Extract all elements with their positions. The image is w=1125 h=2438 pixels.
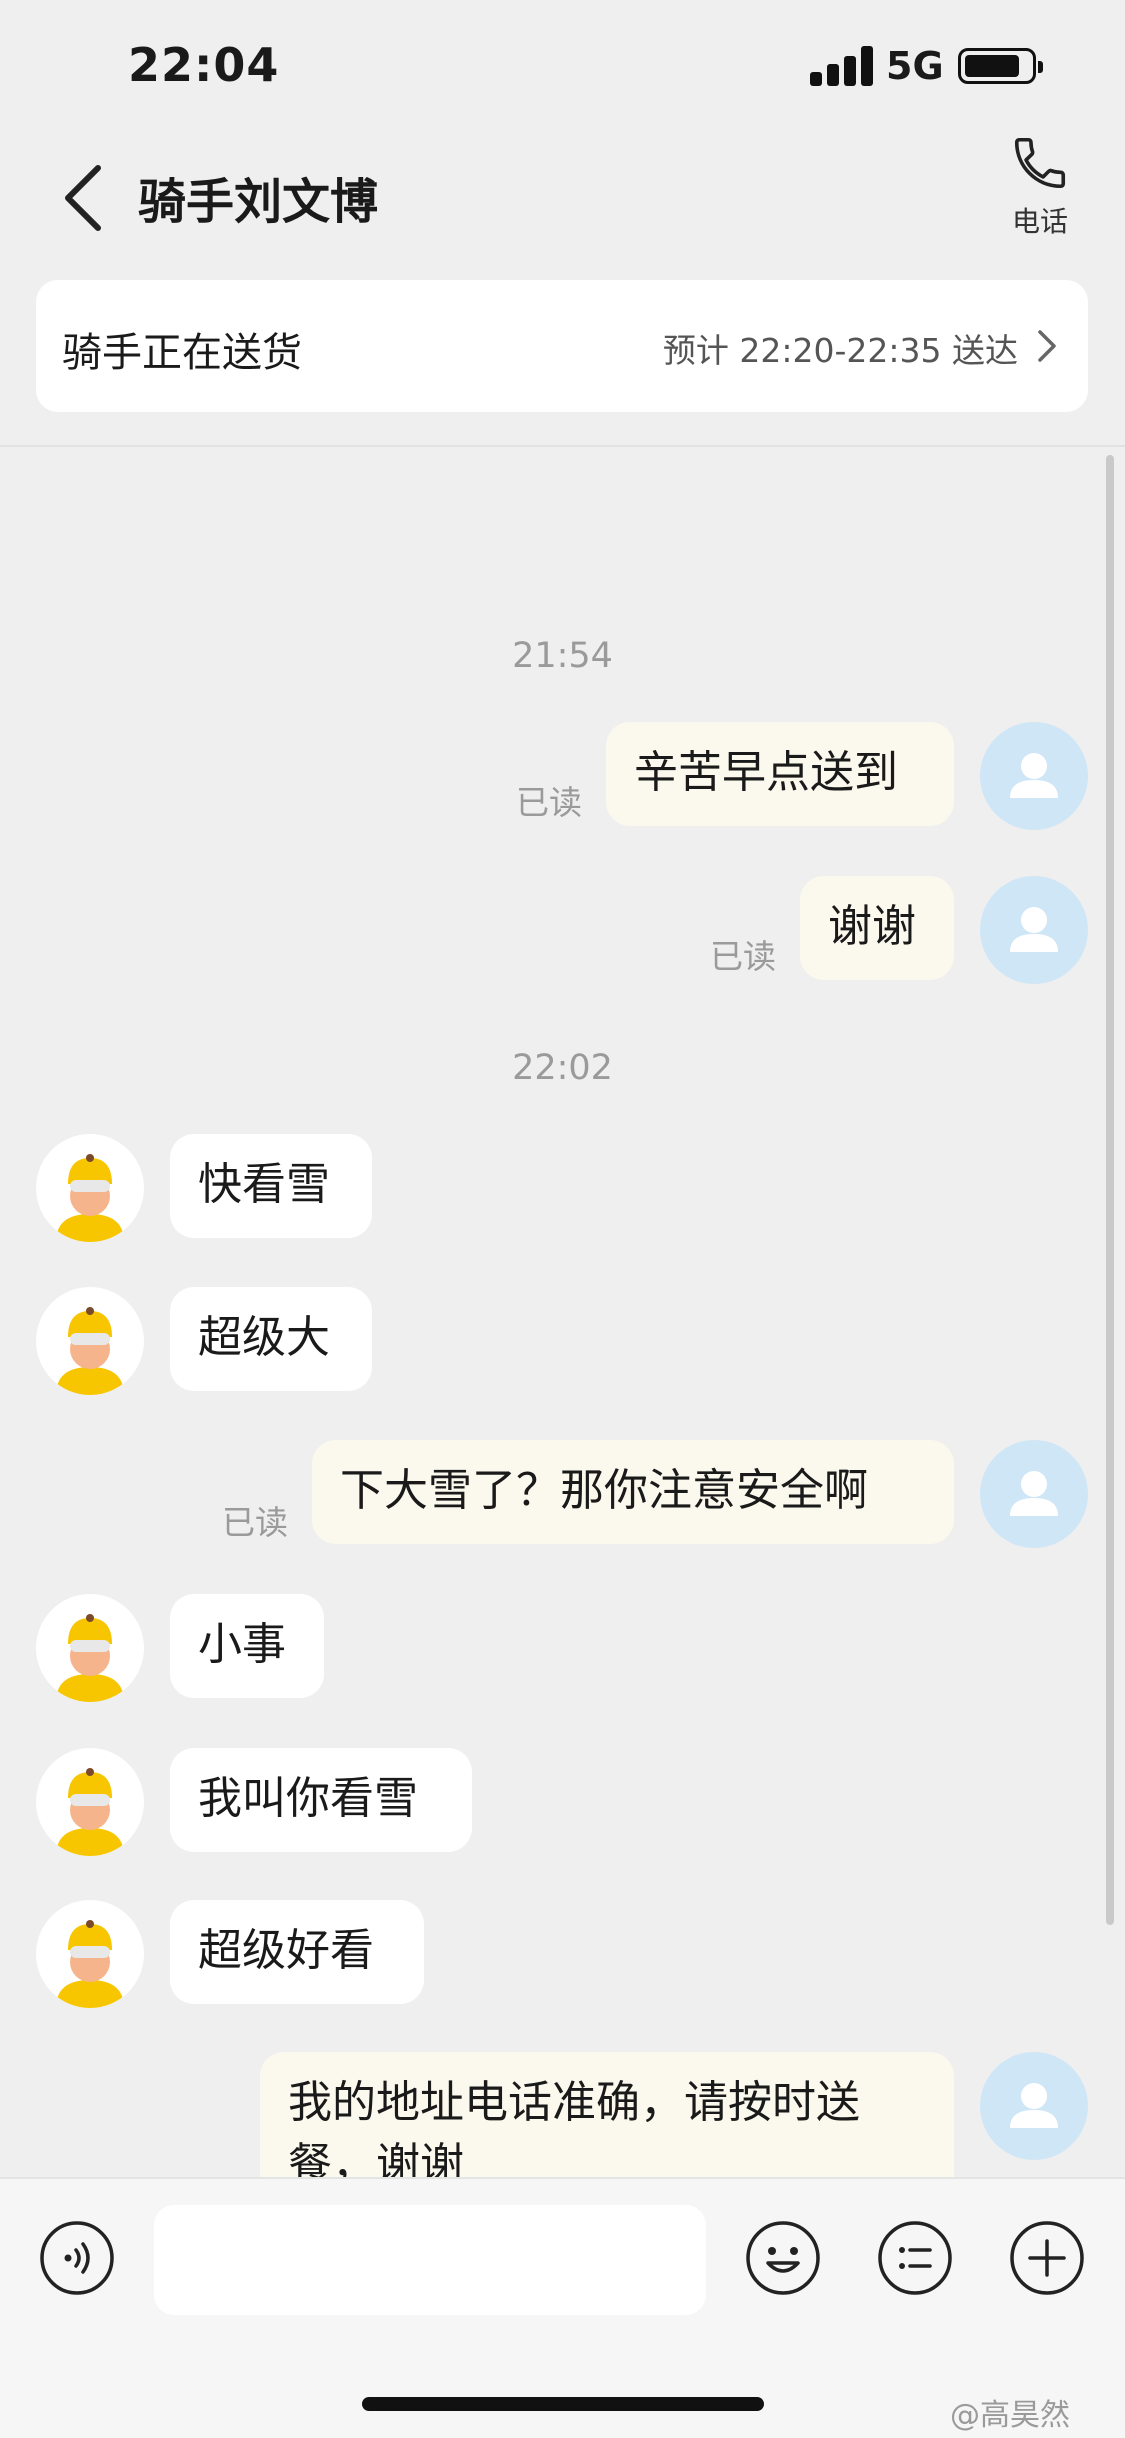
chat-bubble-rider[interactable]: 快看雪 (170, 1134, 372, 1238)
user-avatar (980, 876, 1088, 984)
chat-bubble-me[interactable]: 辛苦早点送到 (606, 722, 954, 826)
list-icon (878, 2221, 952, 2295)
chat-bubble-me[interactable]: 下大雪了？那你注意安全啊 (312, 1440, 954, 1544)
quick-reply-button[interactable] (876, 2219, 954, 2297)
timestamp: 21:54 (512, 636, 613, 676)
chat-bubble-rider[interactable]: 超级大 (170, 1287, 372, 1391)
read-receipt: 已读 (710, 937, 776, 976)
timestamp: 22:02 (512, 1048, 613, 1088)
rider-avatar (36, 1748, 144, 1856)
status-bar: 22:04 5G (0, 0, 1125, 130)
rider-avatar (36, 1594, 144, 1702)
watermark: @高昊然 (950, 2398, 1070, 2433)
chat-bubble-rider[interactable]: 小事 (170, 1594, 324, 1698)
battery-icon (958, 48, 1043, 84)
chat-bubble-me[interactable]: 谢谢 (800, 876, 954, 980)
rider-avatar (36, 1287, 144, 1395)
page-title: 骑手刘文博 (138, 174, 379, 230)
chat-header: 骑手刘文博 电话 (0, 130, 1125, 270)
chevron-right-icon (1038, 330, 1056, 362)
rider-avatar (36, 1900, 144, 2008)
status-time: 22:04 (128, 38, 280, 92)
user-avatar (980, 722, 1088, 830)
plus-icon (1010, 2221, 1084, 2295)
voice-button[interactable] (38, 2219, 116, 2297)
user-avatar (980, 1440, 1088, 1548)
voice-icon (40, 2221, 114, 2295)
chat-bubble-rider[interactable]: 我叫你看雪 (170, 1748, 472, 1852)
chat-bubble-line: 我的地址电话准确，请按时送 (288, 2077, 860, 2128)
phone-icon (1014, 137, 1066, 189)
chat-bubble-rider[interactable]: 超级好看 (170, 1900, 424, 2004)
network-type: 5G (886, 44, 944, 88)
divider (0, 445, 1125, 447)
message-input[interactable] (154, 2205, 706, 2315)
chevron-left-icon[interactable] (56, 158, 116, 238)
phone-label: 电话 (1011, 205, 1068, 238)
read-receipt: 已读 (222, 1503, 288, 1542)
phone-button[interactable]: 电话 (1000, 130, 1080, 250)
user-avatar (980, 2052, 1088, 2160)
home-indicator[interactable] (362, 2397, 764, 2411)
delivery-status: 骑手正在送货 (62, 330, 302, 376)
more-button[interactable] (1008, 2219, 1086, 2297)
rider-avatar (36, 1134, 144, 1242)
delivery-eta: 预计 22:20-22:35 送达 (662, 331, 1018, 370)
emoji-button[interactable] (744, 2219, 822, 2297)
emoji-icon (746, 2221, 820, 2295)
read-receipt: 已读 (516, 783, 582, 822)
delivery-status-card[interactable]: 骑手正在送货 预计 22:20-22:35 送达 (36, 280, 1088, 412)
signal-icon (810, 46, 876, 86)
